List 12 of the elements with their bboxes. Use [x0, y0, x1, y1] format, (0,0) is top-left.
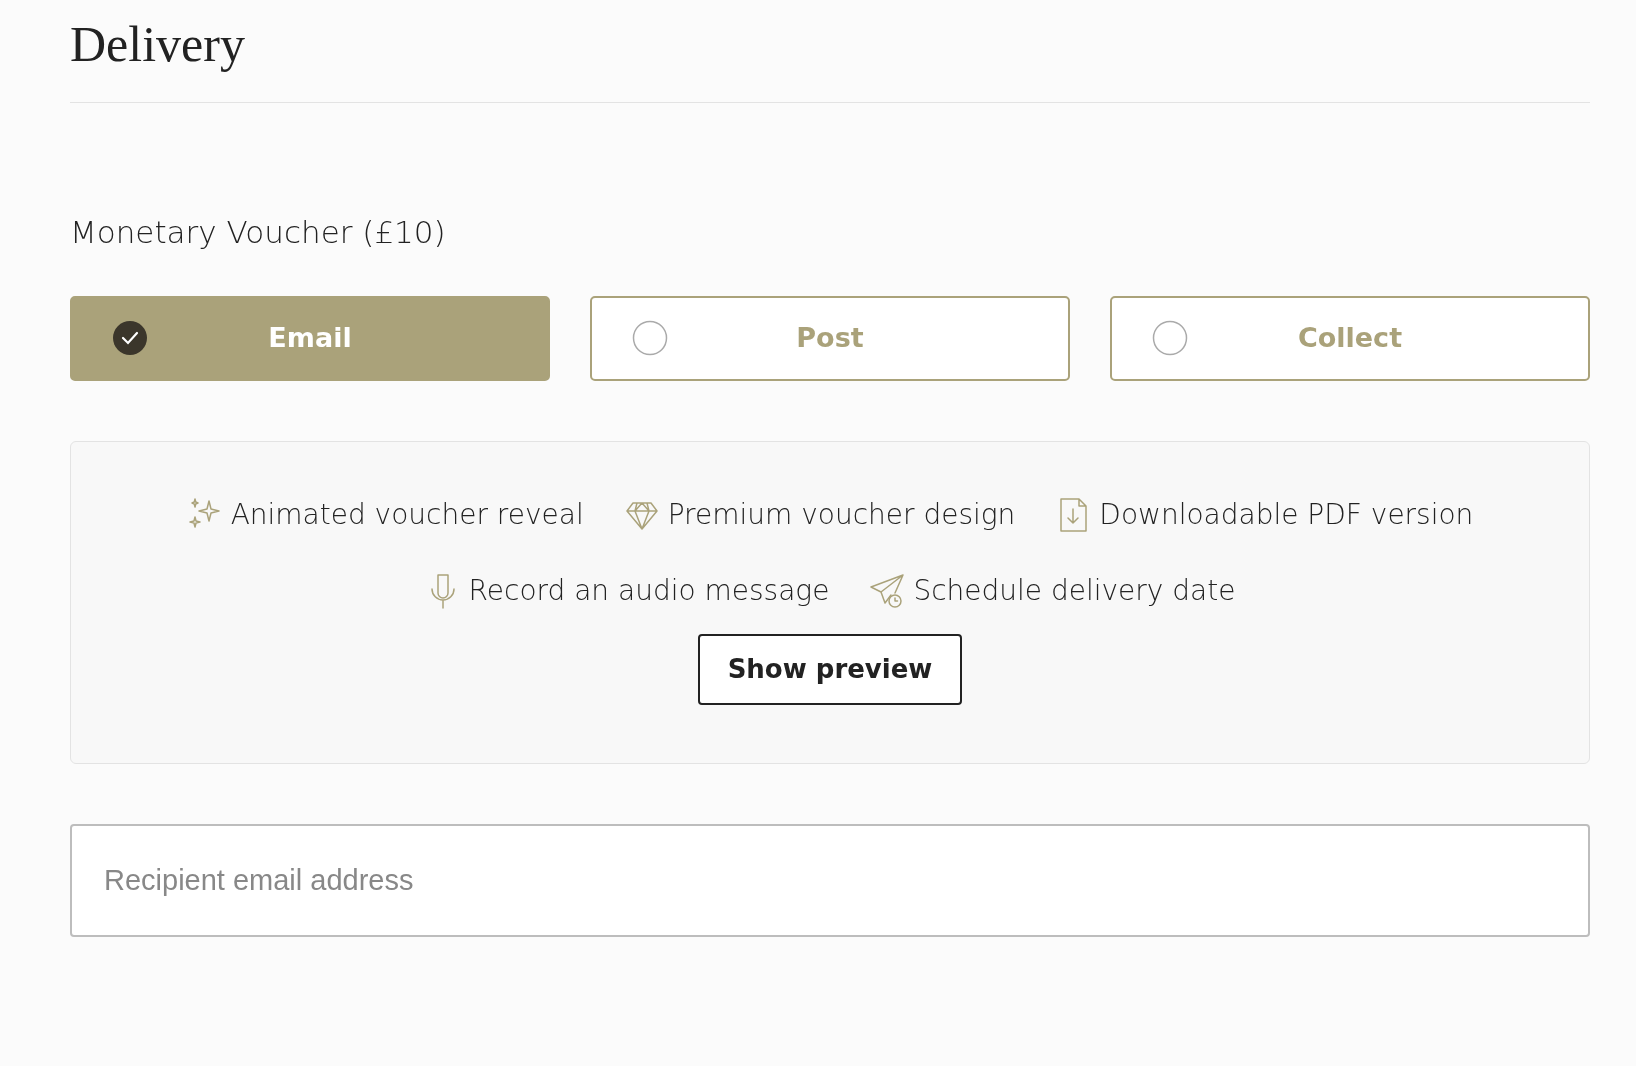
feature-text: Premium voucher design [667, 496, 1016, 533]
feature-text: Schedule delivery date [913, 572, 1236, 609]
feature-text: Animated voucher reveal [230, 496, 584, 533]
feature-text: Record an audio message [468, 572, 830, 609]
show-preview-button[interactable]: Show preview [697, 633, 963, 705]
product-title: Monetary Voucher (£10) [70, 213, 447, 252]
delivery-option[interactable]: Post [590, 295, 1070, 381]
feature-text: Downloadable PDF version [1099, 496, 1474, 533]
delivery-option[interactable]: Email [70, 295, 550, 381]
delivery-option[interactable]: Collect [1110, 295, 1590, 381]
recipient-email-field[interactable]: Recipient email address [70, 823, 1590, 937]
page-heading: Delivery [70, 14, 1590, 103]
